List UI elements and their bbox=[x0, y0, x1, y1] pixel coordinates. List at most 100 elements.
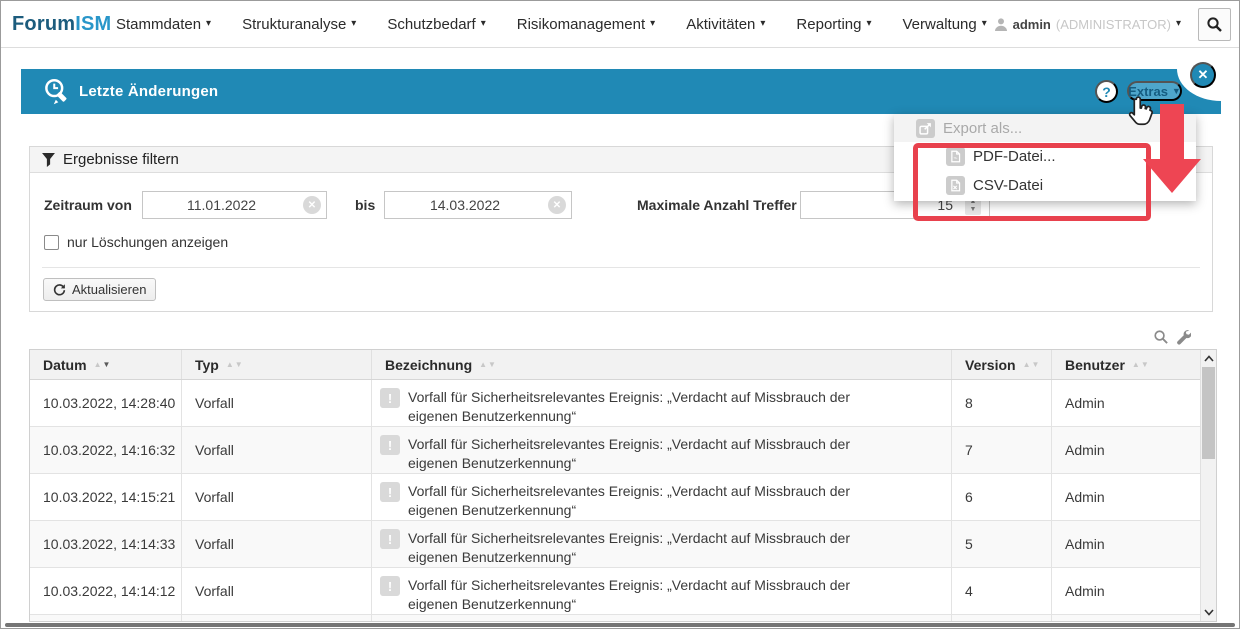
dropdown-group-label: Export als... bbox=[943, 120, 1022, 137]
logo-part-forum: Forum bbox=[12, 13, 75, 35]
cell-bezeichnung-text: Vorfall für Sicherheitsrelevantes Ereign… bbox=[408, 574, 888, 614]
column-header-datum[interactable]: Datum ▲▼ bbox=[30, 350, 182, 379]
sort-desc-icon: ▼ bbox=[102, 360, 110, 369]
table-row[interactable]: 10.03.2022, 14:14:12 Vorfall ! Vorfall f… bbox=[30, 568, 1216, 615]
cell-benutzer bbox=[1052, 615, 1202, 622]
column-header-version[interactable]: Version ▲▼ bbox=[952, 350, 1052, 379]
help-button[interactable]: ? bbox=[1095, 80, 1118, 103]
menu-item[interactable]: Reporting ▾ bbox=[796, 16, 871, 33]
chevron-down-icon: ▾ bbox=[650, 19, 655, 29]
user-menu[interactable]: admin (ADMINISTRATOR) ▾ bbox=[994, 1, 1181, 47]
cell-benutzer: Admin bbox=[1052, 568, 1202, 614]
pdf-file-icon bbox=[946, 147, 965, 166]
table-row[interactable]: 10.03.2022, 14:16:32 Vorfall ! Vorfall f… bbox=[30, 427, 1216, 474]
chevron-down-icon: ▾ bbox=[206, 19, 211, 29]
cell-version: 5 bbox=[952, 521, 1052, 567]
menu-item[interactable]: Schutzbedarf ▾ bbox=[387, 16, 485, 33]
cell-datum: 10.03.2022, 14:16:32 bbox=[30, 427, 182, 473]
date-to-input[interactable] bbox=[384, 191, 572, 219]
max-results-label: Maximale Anzahl Treffer bbox=[637, 197, 797, 213]
table-search-icon[interactable] bbox=[1153, 329, 1169, 345]
table-body: 10.03.2022, 14:28:40 Vorfall ! Vorfall f… bbox=[30, 380, 1216, 622]
deletions-only-checkbox[interactable] bbox=[44, 235, 59, 250]
deletions-only-label: nur Löschungen anzeigen bbox=[67, 234, 228, 250]
csv-file-icon bbox=[946, 176, 965, 195]
export-icon bbox=[916, 119, 935, 138]
filter-divider bbox=[42, 267, 1200, 268]
menu-item-label: PDF-Datei... bbox=[973, 148, 1056, 165]
date-from-input[interactable] bbox=[142, 191, 327, 219]
page-title: Letzte Änderungen bbox=[79, 69, 218, 114]
chevron-down-icon: ▾ bbox=[481, 19, 486, 29]
date-to-wrapper: ✕ bbox=[384, 191, 572, 219]
cell-typ: Vorfall bbox=[182, 474, 372, 520]
table-row[interactable]: 10.03.2022, 14:15:21 Vorfall ! Vorfall f… bbox=[30, 474, 1216, 521]
sort-asc-icon: ▲ bbox=[479, 360, 487, 369]
chevron-down-icon: ▾ bbox=[1176, 19, 1181, 29]
sort-desc-icon: ▼ bbox=[1141, 360, 1149, 369]
close-panel-button[interactable]: ✕ bbox=[1190, 62, 1216, 88]
incident-warning-icon: ! bbox=[380, 529, 400, 549]
global-search-button[interactable] bbox=[1198, 8, 1231, 41]
app-logo[interactable]: ForumISM bbox=[12, 13, 111, 36]
panel-header: Letzte Änderungen ? Extras ▼ ✕ bbox=[21, 69, 1221, 114]
menu-item-label: Risikomanagement bbox=[517, 16, 645, 33]
menu-item-label: Strukturanalyse bbox=[242, 16, 346, 33]
menu-item[interactable]: Stammdaten ▾ bbox=[116, 16, 211, 33]
sort-desc-icon: ▼ bbox=[235, 360, 243, 369]
sort-asc-icon: ▲ bbox=[94, 360, 102, 369]
menu-item-pdf-export[interactable]: PDF-Datei... bbox=[894, 142, 1196, 171]
cell-version bbox=[952, 615, 1052, 622]
column-header-bezeichnung[interactable]: Bezeichnung ▲▼ bbox=[372, 350, 952, 379]
cell-bezeichnung-text: Vorfall für Sicherheitsrelevantes Ereign… bbox=[408, 386, 888, 426]
clear-date-to-icon[interactable]: ✕ bbox=[548, 196, 566, 214]
extras-button[interactable]: Extras ▼ bbox=[1127, 81, 1182, 101]
column-header-typ[interactable]: Typ ▲▼ bbox=[182, 350, 372, 379]
sort-desc-icon: ▼ bbox=[488, 360, 496, 369]
table-row[interactable]: ! bbox=[30, 615, 1216, 622]
chevron-down-icon: ▾ bbox=[351, 19, 356, 29]
incident-warning-icon: ! bbox=[380, 388, 400, 408]
filter-icon bbox=[42, 153, 55, 167]
incident-warning-icon: ! bbox=[380, 482, 400, 502]
table-toolbar bbox=[1, 329, 1221, 347]
refresh-button[interactable]: Aktualisieren bbox=[43, 278, 156, 301]
cell-typ: Vorfall bbox=[182, 521, 372, 567]
menu-item[interactable]: Strukturanalyse ▾ bbox=[242, 16, 356, 33]
cell-datum bbox=[30, 615, 182, 622]
table-settings-wrench-icon[interactable] bbox=[1175, 329, 1191, 345]
scrollbar-thumb[interactable] bbox=[1202, 367, 1215, 459]
table-row[interactable]: 10.03.2022, 14:14:33 Vorfall ! Vorfall f… bbox=[30, 521, 1216, 568]
cell-bezeichnung: ! Vorfall für Sicherheitsrelevantes Erei… bbox=[372, 521, 952, 567]
cell-benutzer: Admin bbox=[1052, 427, 1202, 473]
table-row[interactable]: 10.03.2022, 14:28:40 Vorfall ! Vorfall f… bbox=[30, 380, 1216, 427]
menu-item[interactable]: Aktivitäten ▾ bbox=[686, 16, 765, 33]
cell-benutzer: Admin bbox=[1052, 474, 1202, 520]
chevron-down-icon: ▾ bbox=[982, 19, 987, 29]
clear-date-from-icon[interactable]: ✕ bbox=[303, 196, 321, 214]
scroll-down-icon[interactable] bbox=[1201, 605, 1217, 620]
cell-bezeichnung-text: Vorfall für Sicherheitsrelevantes Ereign… bbox=[408, 433, 888, 473]
user-role: (ADMINISTRATOR) bbox=[1056, 17, 1171, 32]
cell-version: 8 bbox=[952, 380, 1052, 426]
menu-item-csv-export[interactable]: CSV-Datei bbox=[894, 171, 1196, 200]
date-to-label: bis bbox=[355, 197, 375, 213]
scroll-up-icon[interactable] bbox=[1201, 351, 1217, 366]
cell-typ bbox=[182, 615, 372, 622]
menu-item-label: CSV-Datei bbox=[973, 177, 1043, 194]
cell-version: 6 bbox=[952, 474, 1052, 520]
cell-bezeichnung: ! Vorfall für Sicherheitsrelevantes Erei… bbox=[372, 427, 952, 473]
cell-version: 4 bbox=[952, 568, 1052, 614]
column-header-benutzer[interactable]: Benutzer ▲▼ bbox=[1052, 350, 1202, 379]
cell-benutzer: Admin bbox=[1052, 380, 1202, 426]
cell-bezeichnung: ! Vorfall für Sicherheitsrelevantes Erei… bbox=[372, 380, 952, 426]
table-scrollbar[interactable] bbox=[1200, 350, 1216, 621]
menu-item[interactable]: Risikomanagement ▾ bbox=[517, 16, 655, 33]
extras-label: Extras bbox=[1128, 84, 1168, 99]
window-bottom-edge bbox=[5, 623, 1235, 627]
chevron-down-icon: ▾ bbox=[760, 19, 765, 29]
menu-item[interactable]: Verwaltung ▾ bbox=[903, 16, 987, 33]
menu-item-label: Verwaltung bbox=[903, 16, 977, 33]
sort-icons: ▲▼ bbox=[1023, 360, 1040, 369]
sort-icons: ▲▼ bbox=[479, 360, 496, 369]
